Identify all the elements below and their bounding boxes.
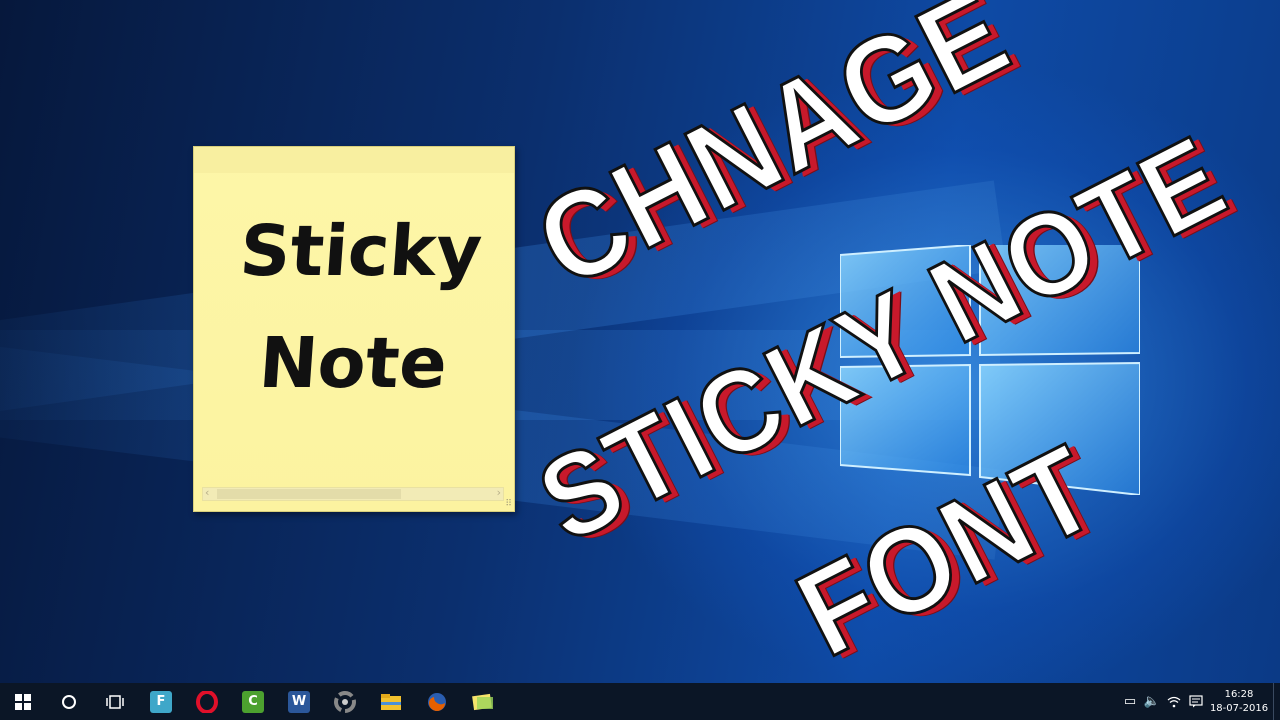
- taskbar-app-f[interactable]: F: [138, 683, 184, 720]
- scroll-thumb[interactable]: [217, 489, 401, 499]
- cortana-circle-icon: [62, 694, 76, 709]
- clock[interactable]: 16:28 18-07-2016: [1207, 683, 1271, 720]
- action-center-icon[interactable]: [1185, 683, 1207, 720]
- battery-icon[interactable]: ▭: [1119, 683, 1141, 720]
- taskbar-app-sticky-notes[interactable]: [460, 683, 506, 720]
- opera-icon: [196, 690, 218, 713]
- task-view-button[interactable]: [92, 683, 138, 720]
- chrome-icon: [334, 690, 356, 713]
- windows-wallpaper-logo: [840, 245, 1140, 495]
- scroll-left-icon[interactable]: ‹: [205, 486, 209, 499]
- windows-logo-icon: [15, 693, 31, 710]
- scroll-right-icon[interactable]: ›: [497, 486, 501, 499]
- firefox-icon: [428, 692, 446, 711]
- taskbar-app-opera[interactable]: [184, 683, 230, 720]
- f-app-icon: F: [150, 690, 172, 713]
- show-desktop-button[interactable]: [1273, 683, 1280, 720]
- desktop-wallpaper: Sticky Note ‹ › ⠿ CHNAGE STICKY NOTE FON…: [0, 0, 1280, 683]
- word-icon: W: [288, 690, 310, 713]
- cortana-search-button[interactable]: [46, 683, 92, 720]
- sticky-note-text-area[interactable]: Sticky Note: [204, 195, 510, 419]
- task-view-icon: [106, 694, 124, 709]
- taskbar-app-file-explorer[interactable]: [368, 683, 414, 720]
- folder-icon: [381, 693, 401, 710]
- wifi-icon[interactable]: [1163, 683, 1185, 720]
- taskbar-app-word[interactable]: W: [276, 683, 322, 720]
- taskbar: F C W ▭ 🔈 16:28 18-07-2016: [0, 683, 1280, 720]
- taskbar-app-camtasia[interactable]: C: [230, 683, 276, 720]
- camtasia-icon: C: [242, 690, 264, 713]
- system-tray: ▭ 🔈 16:28 18-07-2016: [1119, 683, 1280, 720]
- horizontal-scrollbar[interactable]: ‹ ›: [202, 486, 504, 501]
- sticky-note-line-1: Sticky: [237, 210, 485, 292]
- sticky-note-window[interactable]: Sticky Note ‹ › ⠿: [193, 146, 515, 512]
- clock-time: 16:28: [1224, 688, 1254, 700]
- taskbar-app-firefox[interactable]: [414, 683, 460, 720]
- sticky-notes-icon: [472, 693, 493, 710]
- resize-grip-icon[interactable]: ⠿: [505, 499, 512, 509]
- taskbar-app-chrome[interactable]: [322, 683, 368, 720]
- sticky-note-line-2: Note: [256, 322, 450, 404]
- sticky-note-title-bar[interactable]: [194, 147, 514, 173]
- start-button[interactable]: [0, 683, 46, 720]
- clock-date: 18-07-2016: [1209, 702, 1269, 714]
- volume-icon[interactable]: 🔈: [1141, 683, 1163, 720]
